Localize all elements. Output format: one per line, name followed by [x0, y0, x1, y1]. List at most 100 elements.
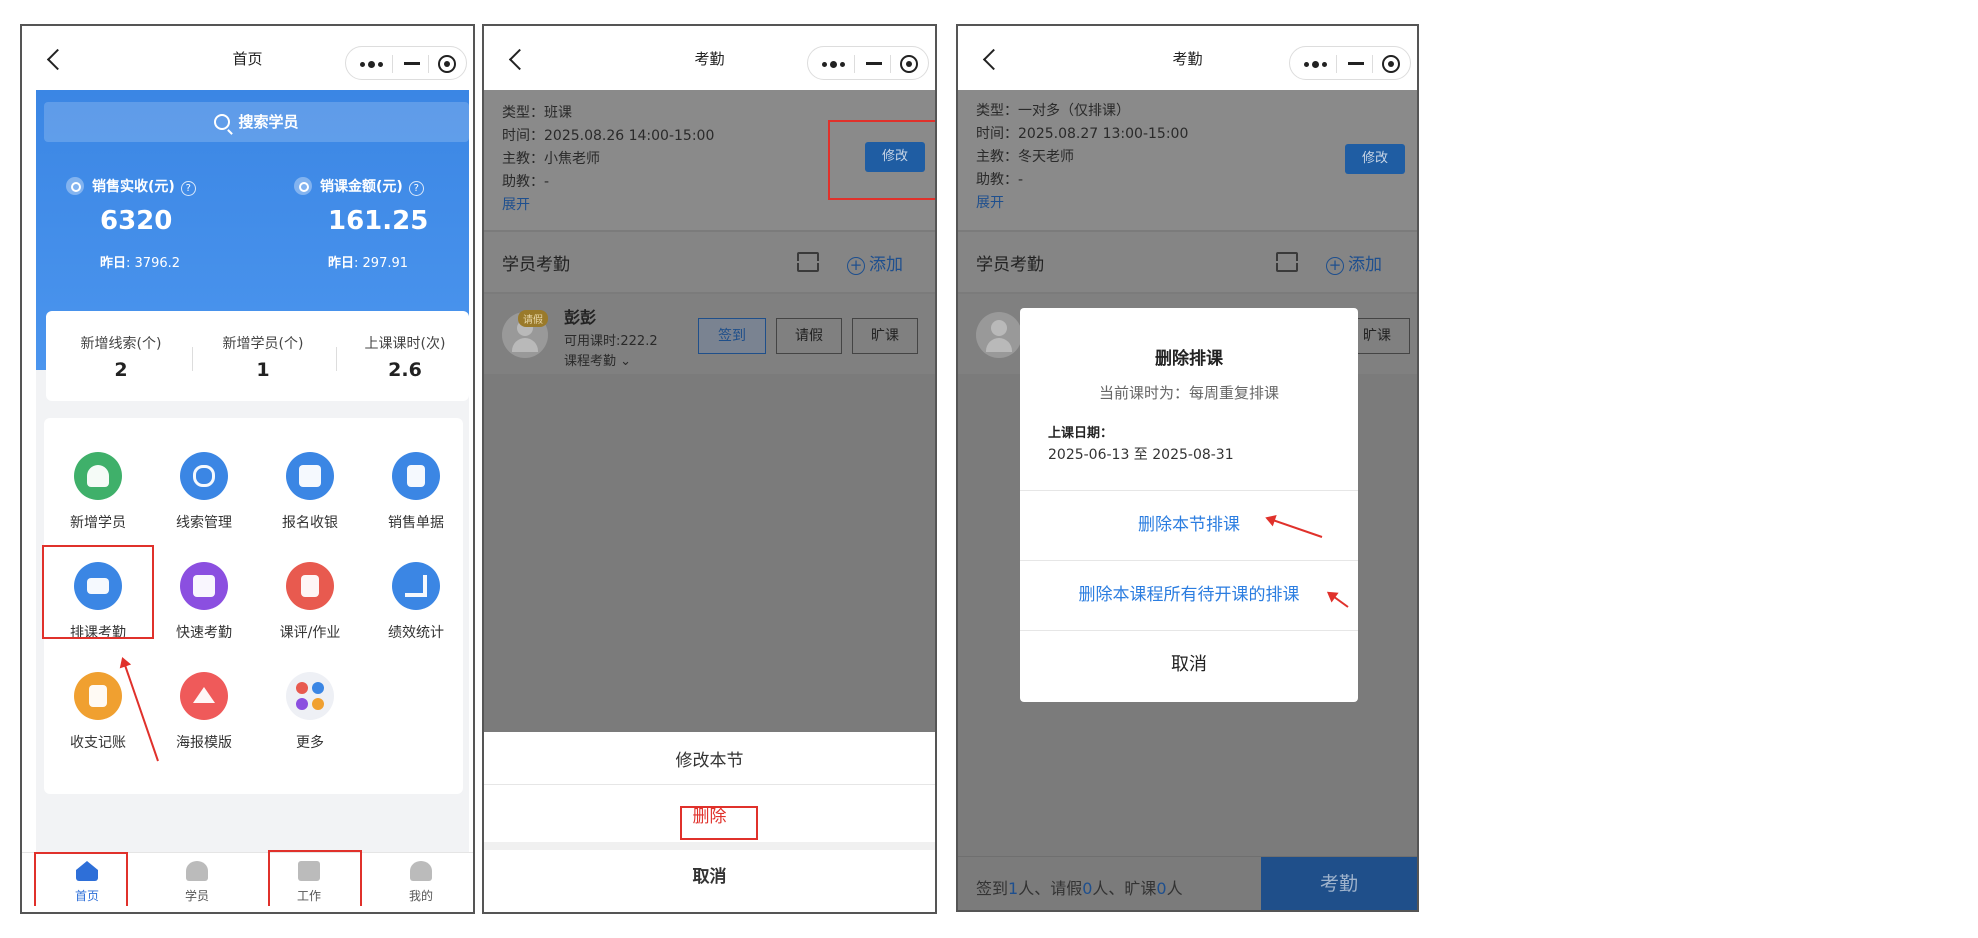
grid-item-review-homework[interactable]: 课评/作业	[258, 562, 362, 642]
search-student-button[interactable]: 搜索学员	[44, 102, 469, 142]
highlight-tab-work	[268, 850, 362, 906]
minimize-icon[interactable]	[404, 62, 420, 65]
lesson-info: 类型：一对多（仅排课） 时间：2025.08.27 13:00-15:00 主教…	[958, 90, 1417, 230]
scan-icon[interactable]	[1274, 252, 1300, 272]
grid-item-sales-doc[interactable]: 销售单据	[364, 452, 468, 532]
grid-item-bookkeeping[interactable]: 收支记账	[46, 672, 150, 752]
bookkeeping-icon	[74, 672, 122, 720]
count-label: 新增线索(个)	[80, 336, 162, 352]
lesson-time: 时间：2025.08.27 13:00-15:00	[976, 126, 1189, 142]
yesterday-value: 297.91	[362, 256, 409, 271]
stat-icon	[66, 177, 84, 195]
lesson-time: 时间：2025.08.26 14:00-15:00	[502, 128, 715, 144]
count-label: 新增学员(个)	[222, 336, 304, 352]
close-capsule-icon[interactable]	[438, 55, 456, 73]
person-icon	[410, 861, 432, 881]
cancel-option[interactable]: 取消	[484, 862, 935, 887]
add-student-link[interactable]: + 添加	[1326, 250, 1382, 275]
count-value: 2.6	[388, 359, 422, 381]
grid-item-performance[interactable]: 绩效统计	[364, 562, 468, 642]
course-attendance-toggle[interactable]: 课程考勤 ⌄	[564, 350, 631, 369]
nav-bar: 首页	[22, 26, 473, 90]
mini-program-capsule	[345, 46, 467, 80]
grid-label: 海报模版	[176, 735, 232, 751]
minimize-icon[interactable]	[866, 62, 882, 65]
grid-item-poster[interactable]: 海报模版	[152, 672, 256, 752]
stat-label: 销售实收(元)	[92, 179, 175, 195]
poster-icon	[180, 672, 228, 720]
more-dots-icon[interactable]	[822, 61, 848, 68]
grid-label: 报名收银	[282, 515, 338, 531]
mini-program-capsule	[807, 46, 929, 80]
attendance-screen-1: 考勤 类型：班课 时间：2025.08.26 14:00-15:00 主教：小焦…	[482, 24, 937, 914]
stat-icon	[294, 177, 312, 195]
count-value: 2	[114, 359, 128, 381]
grid-item-add-student[interactable]: 新增学员	[46, 452, 150, 532]
close-capsule-icon[interactable]	[900, 55, 918, 73]
grid-label: 快速考勤	[176, 625, 232, 641]
grid-label: 更多	[296, 735, 324, 751]
stat-value: 161.25	[328, 206, 429, 236]
grid-item-quick-attendance[interactable]: 快速考勤	[152, 562, 256, 642]
grid-label: 销售单据	[388, 515, 444, 531]
add-student-icon	[74, 452, 122, 500]
quick-attendance-icon	[180, 562, 228, 610]
section-title: 学员考勤	[976, 255, 1044, 275]
yesterday-value: 3796.2	[134, 256, 181, 271]
more-icon	[286, 672, 334, 720]
expand-link[interactable]: 展开	[976, 192, 1188, 215]
count-new-students[interactable]: 新增学员(个) 1	[198, 333, 328, 381]
home-screen: 首页 搜索学员 销售实收(元)? 6320 昨日: 3796.2 销课金额(元)…	[20, 24, 475, 914]
attendance-submit-button[interactable]: 考勤	[1261, 857, 1417, 910]
stat-value: 6320	[100, 206, 173, 236]
modify-lesson-option[interactable]: 修改本节	[484, 746, 935, 771]
edit-button[interactable]: 修改	[1345, 144, 1405, 174]
lesson-assistant: 助教：-	[502, 174, 550, 190]
help-icon[interactable]: ?	[408, 181, 424, 196]
close-capsule-icon[interactable]	[1382, 55, 1400, 73]
lesson-teacher: 主教：冬天老师	[976, 149, 1074, 165]
attendance-footer: 签到1人、请假0人、旷课0人 考勤	[958, 856, 1417, 910]
more-dots-icon[interactable]	[360, 61, 386, 68]
grid-item-cashier[interactable]: 报名收银	[258, 452, 362, 532]
expand-link[interactable]: 展开	[502, 194, 714, 217]
mini-program-capsule	[1289, 46, 1411, 80]
count-class-hours[interactable]: 上课课时(次) 2.6	[340, 333, 470, 381]
lesson-type: 类型：一对多（仅排课）	[976, 103, 1130, 119]
check-in-button[interactable]: 签到	[698, 318, 766, 354]
plus-circle-icon: +	[1326, 257, 1344, 275]
date-range: 2025-06-13 至 2025-08-31	[1048, 447, 1234, 463]
highlight-delete-option	[680, 806, 758, 840]
avatar	[976, 312, 1022, 358]
count-new-leads[interactable]: 新增线索(个) 2	[56, 333, 186, 381]
search-icon	[214, 114, 231, 130]
grid-item-more[interactable]: 更多	[258, 672, 362, 752]
add-student-link[interactable]: + 添加	[847, 250, 903, 275]
minimize-icon[interactable]	[1348, 62, 1364, 65]
lesson-assistant: 助教：-	[976, 172, 1024, 188]
help-icon[interactable]: ?	[180, 181, 196, 196]
dialog-cancel-button[interactable]: 取消	[1020, 650, 1358, 676]
grid-item-leads[interactable]: 线索管理	[152, 452, 256, 532]
dialog-subtitle: 当前课时为：每周重复排课	[1098, 384, 1279, 402]
scan-icon[interactable]	[795, 252, 821, 272]
delete-schedule-dialog: 删除排课 当前课时为：每周重复排课 上课日期： 2025-06-13 至 202…	[1020, 308, 1358, 702]
stat-course-amount: 销课金额(元)? 161.25 昨日: 297.91	[294, 176, 428, 271]
leave-button[interactable]: 请假	[776, 318, 842, 354]
more-dots-icon[interactable]	[1304, 61, 1330, 68]
delete-all-pending-option[interactable]: 删除本课程所有待开课的排课	[1020, 580, 1358, 605]
tab-students[interactable]: 学员	[142, 861, 252, 904]
tab-mine[interactable]: 我的	[366, 861, 473, 904]
yesterday-label: 昨日	[328, 256, 355, 271]
dialog-title: 删除排课	[1155, 349, 1223, 369]
attendance-summary: 签到1人、请假0人、旷课0人	[976, 879, 1183, 898]
grid-label: 新增学员	[70, 515, 126, 531]
search-label: 搜索学员	[238, 113, 299, 131]
student-icon	[186, 861, 208, 881]
add-label: 添加	[869, 255, 903, 275]
sales-doc-icon	[392, 452, 440, 500]
count-label: 上课课时(次)	[364, 336, 446, 352]
grid-label: 收支记账	[70, 735, 126, 751]
absent-button[interactable]: 旷课	[852, 318, 918, 354]
lesson-teacher: 主教：小焦老师	[502, 151, 600, 167]
